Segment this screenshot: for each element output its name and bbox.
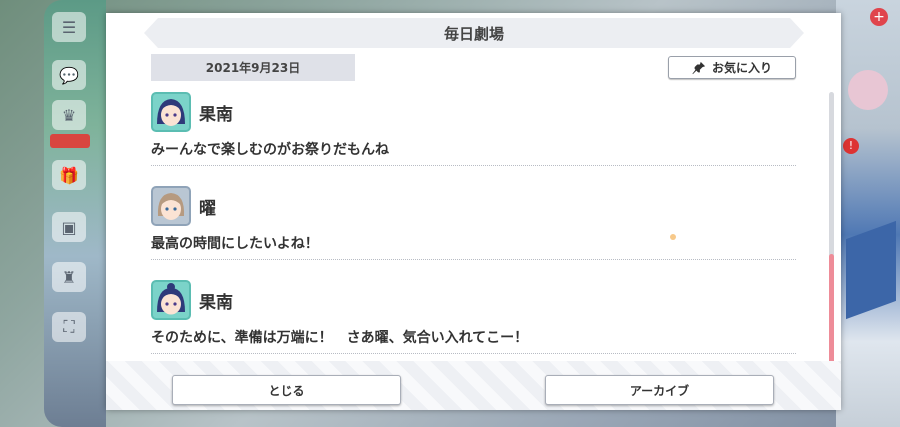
chat-icon[interactable]: 💬 xyxy=(52,60,86,90)
favorite-button[interactable]: お気に入り xyxy=(668,56,796,79)
notice-badge[interactable] xyxy=(50,134,90,148)
dialogue-line: そのために、準備は万端に！ さあ曜、気合い入れてこー！ xyxy=(151,330,529,346)
plus-icon[interactable]: + xyxy=(870,8,888,26)
archive-button[interactable]: アーカイブ xyxy=(545,375,774,405)
divider xyxy=(151,259,796,260)
crown-icon[interactable]: ♛ xyxy=(52,100,86,130)
trophy-icon[interactable]: ♜ xyxy=(52,262,86,292)
divider xyxy=(151,353,796,354)
close-button[interactable]: とじる xyxy=(172,375,401,405)
date-label: 2021年9月23日 xyxy=(151,54,355,81)
menu-icon[interactable]: ☰ xyxy=(52,12,86,42)
pin-icon xyxy=(692,61,706,74)
alert-icon[interactable]: ! xyxy=(843,138,859,154)
speaker-name: 曜 xyxy=(199,198,216,219)
screen-icon[interactable]: ▣ xyxy=(52,212,86,242)
right-deco-circle xyxy=(848,70,888,110)
dialogue-line: みーんなで楽しむのがお祭りだもんね xyxy=(151,142,389,158)
kanan-avatar xyxy=(151,280,191,320)
daily-theater-dialog: 毎日劇場 2021年9月23日 お気に入り 果南 みーんなで楽しむのがお祭りだも… xyxy=(106,13,841,410)
scrollbar-thumb[interactable] xyxy=(829,254,834,370)
dialogue-line: 最高の時間にしたいよね！ xyxy=(151,236,319,252)
sparkle xyxy=(670,234,676,240)
speaker-name: 果南 xyxy=(199,104,233,125)
dialogue-list[interactable]: 果南 みーんなで楽しむのがお祭りだもんね 曜 最高の時間にしたいよね！ 果南 そ… xyxy=(151,87,796,357)
kanan-avatar xyxy=(151,92,191,132)
fullscreen-icon[interactable]: ⛶ xyxy=(52,312,86,342)
gift-icon[interactable]: 🎁 xyxy=(52,160,86,190)
list-item: 果南 みーんなで楽しむのがお祭りだもんね xyxy=(151,91,796,166)
dialog-title: 毎日劇場 xyxy=(144,18,804,48)
right-panel xyxy=(836,0,900,427)
list-item: 果南 そのために、準備は万端に！ さあ曜、気合い入れてこー！ xyxy=(151,279,796,354)
divider xyxy=(151,165,796,166)
you-avatar xyxy=(151,186,191,226)
speaker-name: 果南 xyxy=(199,292,233,313)
favorite-label: お気に入り xyxy=(711,61,772,75)
list-item: 曜 最高の時間にしたいよね！ xyxy=(151,185,796,260)
